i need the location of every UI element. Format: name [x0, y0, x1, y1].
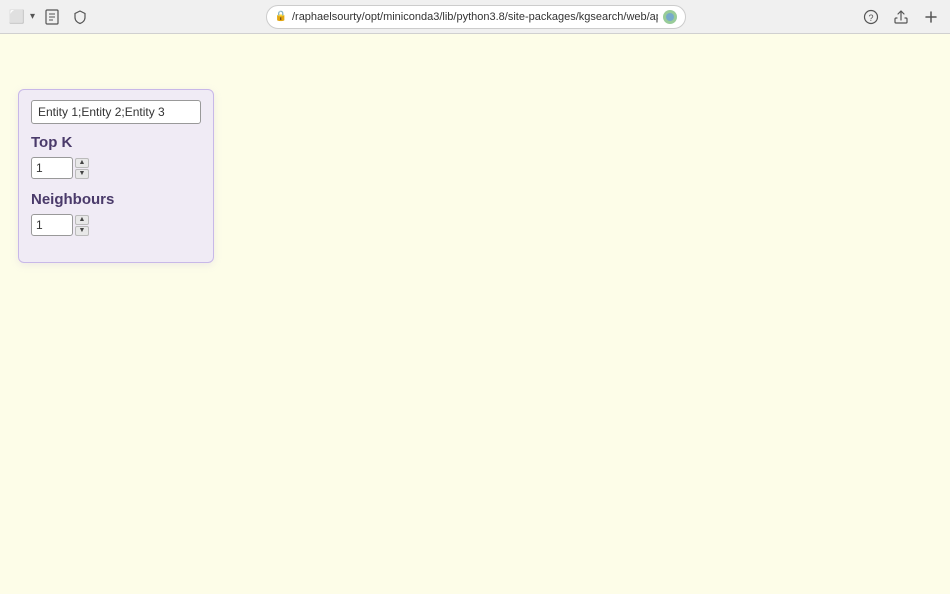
address-bar[interactable]: 🔒 /raphaelsourty/opt/miniconda3/lib/pyth…	[266, 5, 686, 29]
shield-icon[interactable]	[69, 6, 91, 28]
top-k-up-arrow[interactable]: ▲	[75, 158, 89, 168]
neighbours-spinner[interactable]: ▲ ▼	[75, 215, 89, 236]
neighbours-up-arrow[interactable]: ▲	[75, 215, 89, 225]
url-text: /raphaelsourty/opt/miniconda3/lib/python…	[292, 11, 658, 23]
browser-chrome: ⬜ ▾ 🔒 /raphaelsourty/opt/miniconda3/lib/…	[0, 0, 950, 34]
search-card: Top K 1 ▲ ▼ Neighbours 1 ▲ ▼	[18, 89, 214, 263]
favicon	[663, 10, 677, 24]
browser-actions: ?	[860, 6, 942, 28]
address-bar-container: 🔒 /raphaelsourty/opt/miniconda3/lib/pyth…	[97, 5, 854, 29]
svg-text:?: ?	[868, 13, 873, 23]
entity-search-input[interactable]	[31, 100, 201, 124]
share-icon[interactable]	[890, 6, 912, 28]
top-k-row: 1 ▲ ▼	[31, 157, 201, 179]
tab-bar: ⬜ ▾	[8, 8, 35, 26]
top-k-label: Top K	[31, 134, 201, 151]
neighbours-label: Neighbours	[31, 191, 201, 208]
window-tab-icon: ⬜	[8, 8, 26, 26]
top-k-spinner[interactable]: ▲ ▼	[75, 158, 89, 179]
tab-dropdown-arrow[interactable]: ▾	[30, 11, 35, 22]
neighbours-value: 1	[31, 214, 73, 236]
search-input-wrapper	[31, 100, 201, 124]
help-icon[interactable]: ?	[860, 6, 882, 28]
new-tab-icon[interactable]	[920, 6, 942, 28]
top-k-value: 1	[31, 157, 73, 179]
neighbours-down-arrow[interactable]: ▼	[75, 226, 89, 236]
page-content: Top K 1 ▲ ▼ Neighbours 1 ▲ ▼	[0, 34, 950, 594]
lock-icon: 🔒	[275, 11, 287, 22]
neighbours-row: 1 ▲ ▼	[31, 214, 201, 236]
note-icon[interactable]	[41, 6, 63, 28]
top-k-down-arrow[interactable]: ▼	[75, 169, 89, 179]
